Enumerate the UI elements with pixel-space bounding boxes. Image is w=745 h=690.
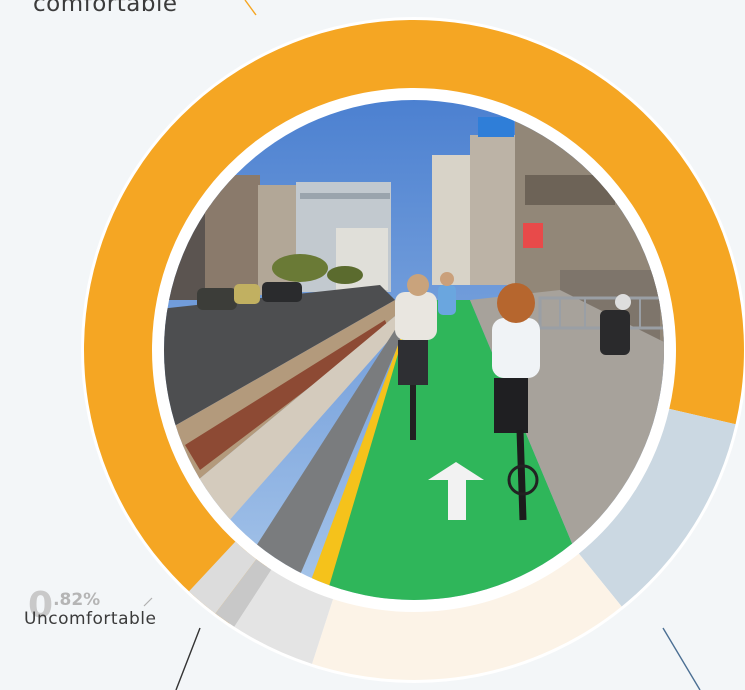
leader-line-blue [662,627,701,690]
leader-line-top [244,0,257,16]
uncomfortable-percentage-decimal: .82% [53,590,101,610]
donut-chart [81,0,745,690]
label-uncomfortable: Uncomfortable [24,609,157,629]
leader-line-uncomfortable [175,627,201,690]
label-comfortable: comfortable [33,0,178,17]
leader-line-uncomfortable-small [143,597,153,607]
